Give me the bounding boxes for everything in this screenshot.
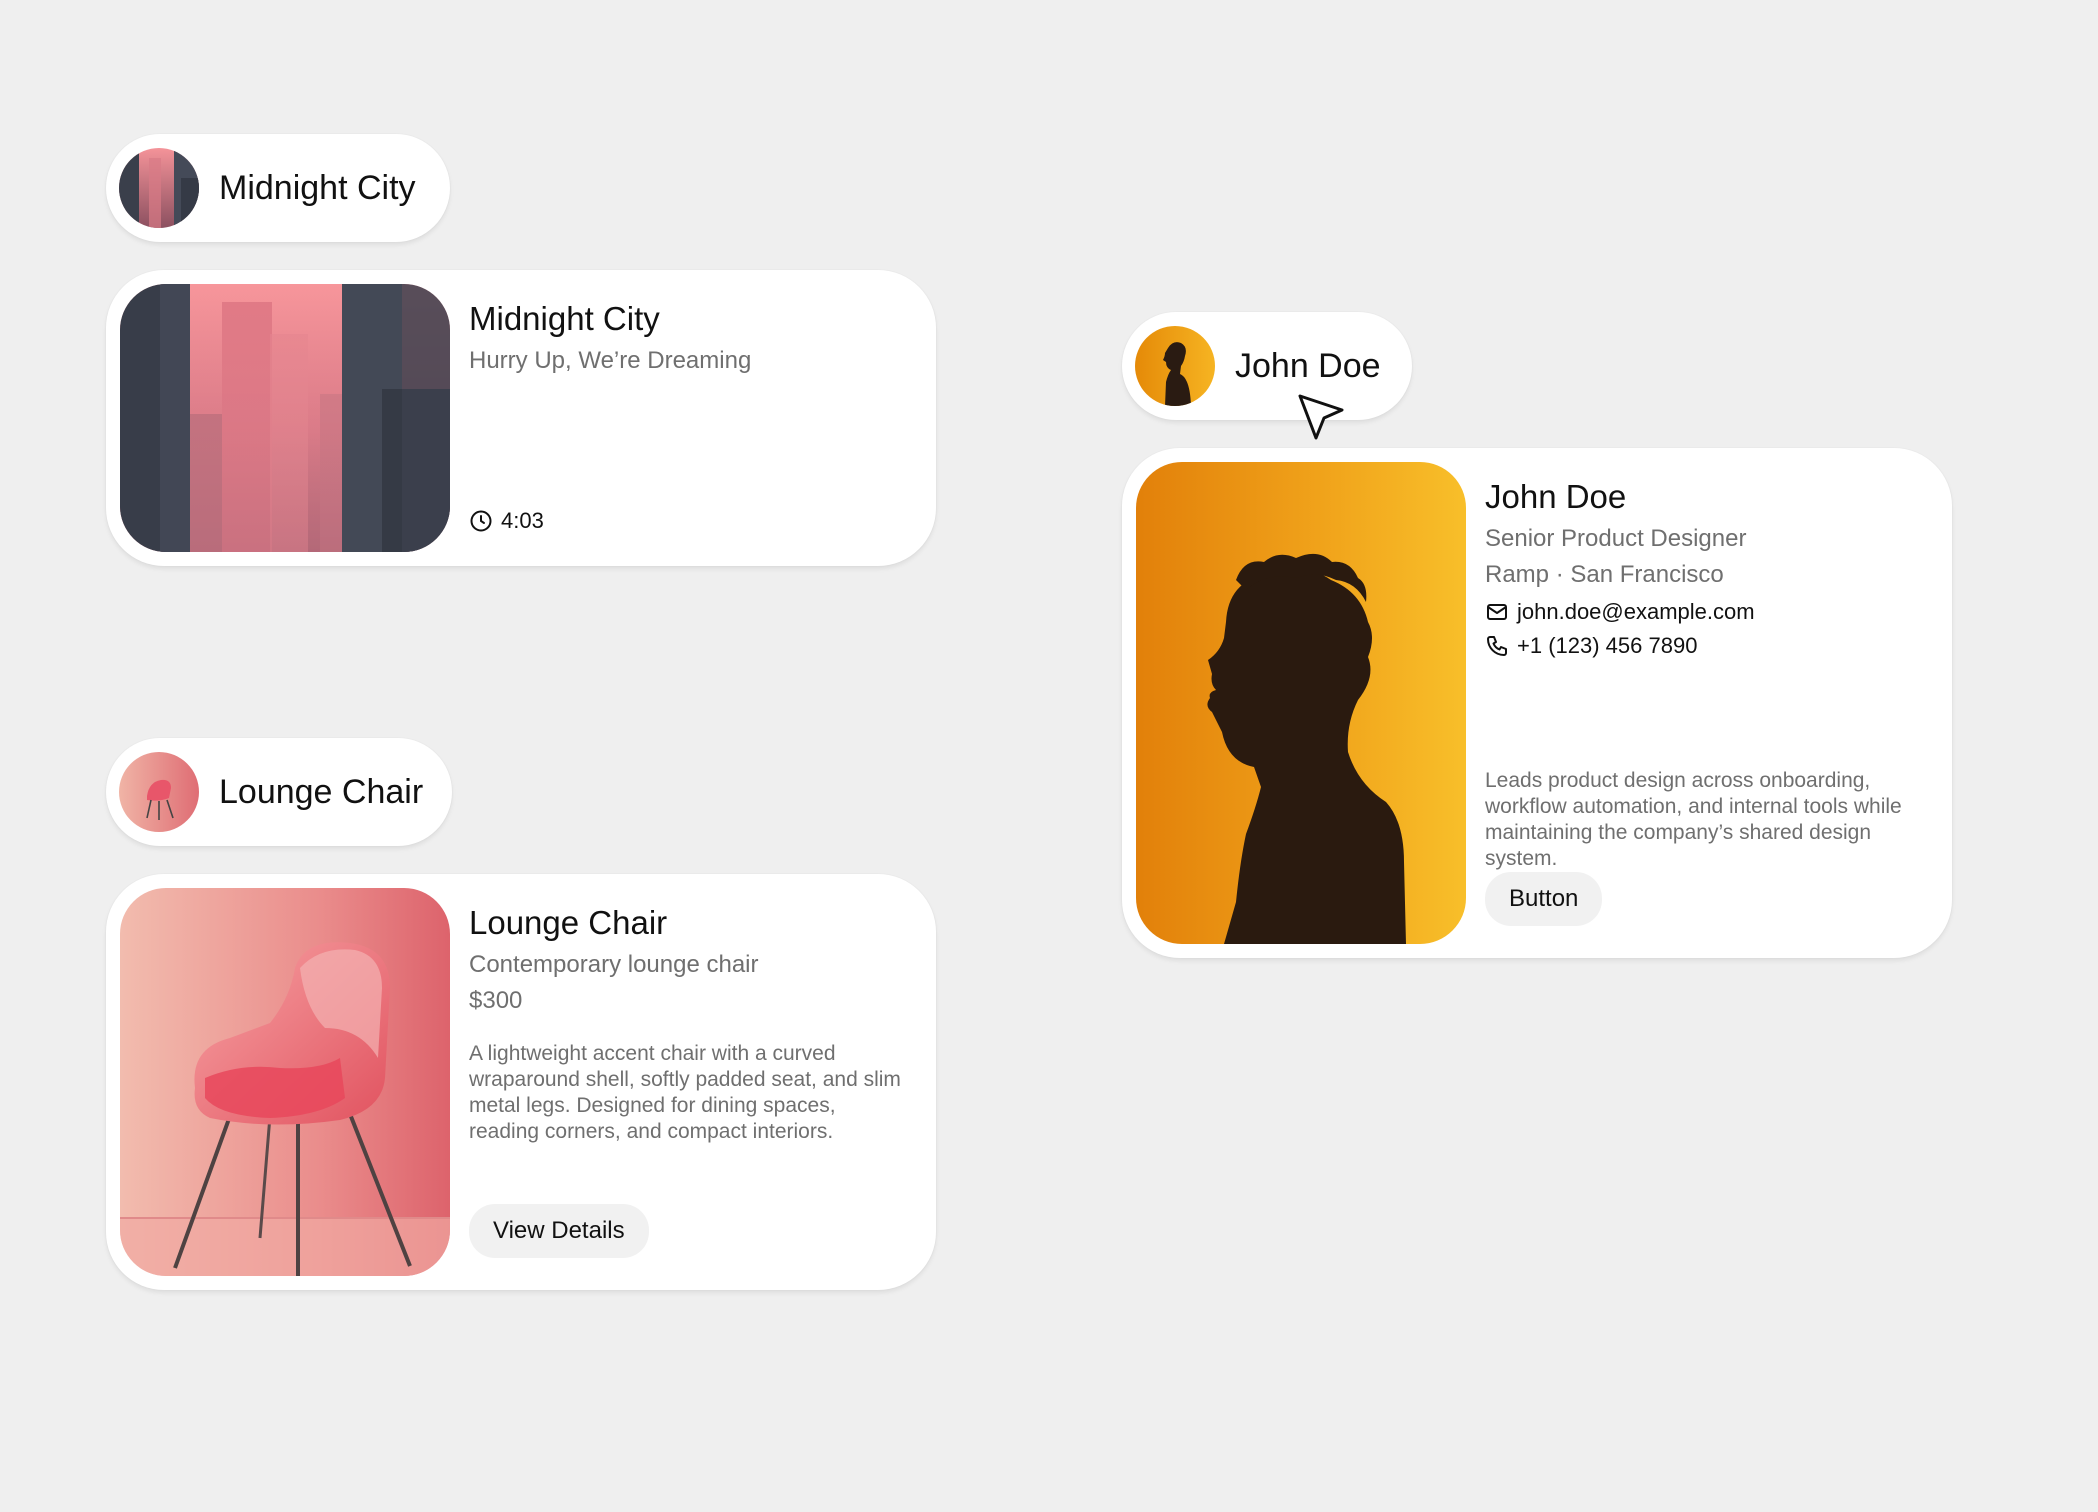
profile-avatar <box>1135 326 1215 406</box>
email-row: john.doe@example.com <box>1485 595 1926 629</box>
product-description: A lightweight accent chair with a curved… <box>469 1042 901 1144</box>
product-price: $300 <box>469 987 523 1015</box>
clock-icon <box>470 510 492 532</box>
profile-company-location: Ramp · San Francisco <box>1485 561 1724 589</box>
profile-pill[interactable]: John Doe <box>1122 312 1412 420</box>
duration: 4:03 <box>469 508 544 534</box>
profile-photo <box>1136 462 1466 944</box>
product-thumbnail <box>119 752 199 832</box>
phone-icon <box>1487 636 1507 657</box>
product-card-body: Lounge Chair Contemporary lounge chair $… <box>469 896 910 1268</box>
music-card: Midnight City Hurry Up, We’re Dreaming 4… <box>106 270 936 566</box>
music-pill-label: Midnight City <box>219 168 416 207</box>
profile-action-button[interactable]: Button <box>1485 872 1603 926</box>
profile-name: John Doe <box>1485 478 1627 515</box>
profile-role: Senior Product Designer <box>1485 525 1747 553</box>
phone-text[interactable]: +1 (123) 456 7890 <box>1517 633 1697 659</box>
product-image <box>120 888 450 1276</box>
music-pill[interactable]: Midnight City <box>106 134 450 242</box>
view-details-button[interactable]: View Details <box>469 1204 649 1258</box>
product-pill-label: Lounge Chair <box>219 772 424 811</box>
album-name: Hurry Up, We’re Dreaming <box>469 347 752 375</box>
profile-card-body: John Doe Senior Product Designer Ramp · … <box>1485 470 1926 936</box>
duration-text: 4:03 <box>501 508 544 533</box>
product-title: Lounge Chair <box>469 904 668 941</box>
music-card-body: Midnight City Hurry Up, We’re Dreaming 4… <box>469 292 910 544</box>
profile-pill-label: John Doe <box>1235 346 1381 385</box>
product-pill[interactable]: Lounge Chair <box>106 738 452 846</box>
product-subtitle: Contemporary lounge chair <box>469 951 759 979</box>
email-text[interactable]: john.doe@example.com <box>1517 599 1755 625</box>
music-thumbnail <box>119 148 199 228</box>
profile-card: John Doe Senior Product Designer Ramp · … <box>1122 448 1952 958</box>
song-title: Midnight City <box>469 300 660 337</box>
product-card: Lounge Chair Contemporary lounge chair $… <box>106 874 936 1290</box>
phone-row: +1 (123) 456 7890 <box>1485 629 1926 663</box>
mail-icon <box>1487 604 1507 621</box>
cursor-arrow-icon <box>1298 394 1344 440</box>
album-cover-image <box>120 284 450 552</box>
profile-bio: Leads product design across onboarding, … <box>1485 769 1902 871</box>
